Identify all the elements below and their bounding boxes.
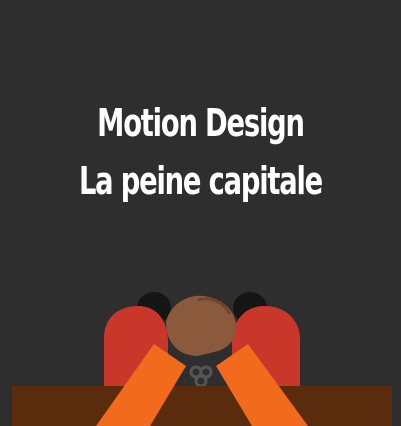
table [12, 386, 392, 426]
poster-canvas: Motion Design La peine capitale [0, 0, 401, 426]
hands [166, 295, 237, 356]
clasped-hands [166, 295, 237, 356]
chain-link-3 [194, 374, 208, 388]
handcuffed-prisoner-illustration [12, 292, 392, 426]
